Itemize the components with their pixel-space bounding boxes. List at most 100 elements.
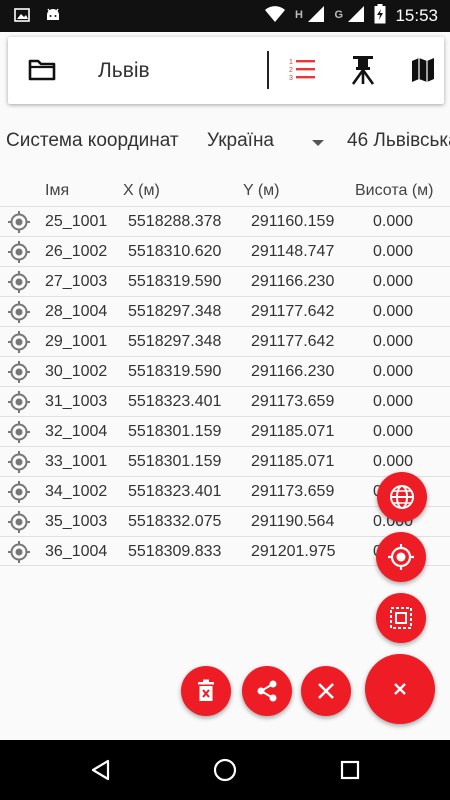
- point-y: 291173.659: [251, 393, 335, 410]
- point-y: 291177.642: [251, 333, 335, 350]
- point-x: 5518288.378: [128, 213, 222, 230]
- table-row[interactable]: 30_1002 5518319.590 291166.230 0.000: [0, 356, 450, 386]
- point-name: 36_1004: [45, 543, 108, 560]
- wifi-icon: [264, 5, 286, 28]
- numbered-list-icon[interactable]: 1 2 3: [288, 57, 316, 83]
- table-row[interactable]: 29_1001 5518297.348 291177.642 0.000: [0, 326, 450, 356]
- point-name: 27_1003: [45, 273, 108, 290]
- point-target-icon[interactable]: [6, 300, 32, 324]
- table-row[interactable]: 28_1004 5518297.348 291177.642 0.000: [0, 296, 450, 326]
- battery-charging-icon: [374, 3, 386, 29]
- network-type-g: G: [334, 8, 343, 21]
- point-y: 291201.975: [251, 543, 336, 560]
- table-row[interactable]: 25_1001 5518288.378 291160.159 0.000: [0, 206, 450, 236]
- table-row[interactable]: 31_1003 5518323.401 291173.659 0.000: [0, 386, 450, 416]
- point-y: 291177.642: [251, 303, 335, 320]
- toolbar: Львів 1 2 3: [8, 37, 444, 104]
- column-header-height[interactable]: Висота (м): [355, 182, 433, 200]
- delete-button[interactable]: [181, 666, 231, 716]
- point-x: 5518309.833: [128, 543, 222, 560]
- folder-icon[interactable]: [28, 58, 56, 82]
- point-target-icon[interactable]: [6, 270, 32, 294]
- point-height: 0.000: [373, 273, 414, 290]
- point-target-icon[interactable]: [6, 330, 32, 354]
- point-target-icon[interactable]: [6, 450, 32, 474]
- point-height: 0.000: [373, 423, 414, 440]
- home-icon[interactable]: [210, 756, 240, 784]
- point-x: 5518323.401: [128, 483, 222, 500]
- select-area-icon: [390, 607, 412, 629]
- share-icon: [257, 680, 277, 702]
- coordinate-system-label: Система координат: [6, 130, 179, 151]
- point-y: 291185.071: [251, 453, 335, 470]
- signal-2: G: [334, 5, 365, 28]
- point-y: 291173.659: [251, 483, 335, 500]
- table-row[interactable]: 26_1002 5518310.620 291148.747 0.000: [0, 236, 450, 266]
- point-height: 0.000: [373, 303, 414, 320]
- point-height: 0.000: [373, 453, 414, 470]
- column-header-y[interactable]: Y (м): [243, 182, 279, 200]
- table-header: Імя X (м) Y (м) Висота (м): [0, 180, 450, 204]
- point-x: 5518297.348: [128, 303, 222, 320]
- recent-apps-icon[interactable]: [335, 756, 365, 784]
- point-target-icon[interactable]: [6, 510, 32, 534]
- delete-icon: [198, 679, 214, 701]
- table-row[interactable]: 32_1004 5518301.159 291185.071 0.000: [0, 416, 450, 446]
- point-y: 291185.071: [251, 423, 335, 440]
- point-x: 5518323.401: [128, 393, 222, 410]
- point-name: 30_1002: [45, 363, 108, 380]
- globe-icon: [390, 485, 414, 509]
- coordinate-system-dropdown[interactable]: Україна: [207, 130, 274, 152]
- point-x: 5518310.620: [128, 243, 222, 260]
- point-x: 5518332.075: [128, 513, 222, 530]
- point-name: 32_1004: [45, 423, 108, 440]
- point-x: 5518297.348: [128, 333, 222, 350]
- status-bar: H G 15:53: [0, 0, 450, 32]
- signal-1: H: [295, 5, 325, 28]
- point-x: 5518301.159: [128, 453, 222, 470]
- survey-instrument-icon[interactable]: [350, 55, 376, 85]
- coordinate-system-row: Система координат Україна 46 Львівська: [0, 128, 450, 156]
- point-y: 291160.159: [251, 213, 335, 230]
- point-name: 35_1003: [45, 513, 108, 530]
- point-target-icon[interactable]: [6, 210, 32, 234]
- point-name: 31_1003: [45, 393, 108, 410]
- globe-button[interactable]: [377, 472, 427, 522]
- column-header-name[interactable]: Імя: [45, 182, 69, 200]
- point-target-icon[interactable]: [6, 360, 32, 384]
- project-title[interactable]: Львів: [98, 59, 150, 83]
- table-row[interactable]: 33_1001 5518301.159 291185.071 0.000: [0, 446, 450, 476]
- point-y: 291166.230: [251, 273, 335, 290]
- close-icon: [394, 683, 406, 695]
- back-icon[interactable]: [86, 756, 116, 784]
- share-button[interactable]: [242, 666, 292, 716]
- select-area-button[interactable]: [376, 593, 426, 643]
- point-target-icon[interactable]: [6, 240, 32, 264]
- locate-point-button[interactable]: [376, 532, 426, 582]
- point-name: 28_1004: [45, 303, 108, 320]
- coordinate-zone-dropdown[interactable]: 46 Львівська: [347, 130, 450, 152]
- table-row[interactable]: 27_1003 5518319.590 291166.230 0.000: [0, 266, 450, 296]
- point-target-icon[interactable]: [6, 390, 32, 414]
- map-icon[interactable]: [411, 57, 435, 83]
- network-type-h: H: [295, 8, 303, 21]
- chevron-down-icon[interactable]: [312, 140, 324, 146]
- cancel-button[interactable]: [301, 666, 351, 716]
- signal-bars-icon: [308, 5, 325, 22]
- point-target-icon[interactable]: [6, 540, 32, 564]
- close-menu-button[interactable]: [365, 654, 435, 724]
- point-name: 29_1001: [45, 333, 108, 350]
- column-header-x[interactable]: X (м): [123, 182, 160, 200]
- point-target-icon[interactable]: [6, 480, 32, 504]
- point-target-icon[interactable]: [6, 420, 32, 444]
- point-name: 34_1002: [45, 483, 108, 500]
- point-height: 0.000: [373, 363, 414, 380]
- clock: 15:53: [395, 6, 438, 25]
- point-x: 5518319.590: [128, 273, 222, 290]
- point-height: 0.000: [373, 213, 414, 230]
- point-name: 33_1001: [45, 453, 108, 470]
- svg-text:2: 2: [289, 67, 293, 74]
- svg-text:1: 1: [289, 59, 293, 66]
- app-screen: H G 15:53 Львів 1 2 3 Система координат …: [0, 0, 450, 800]
- point-y: 291148.747: [251, 243, 335, 260]
